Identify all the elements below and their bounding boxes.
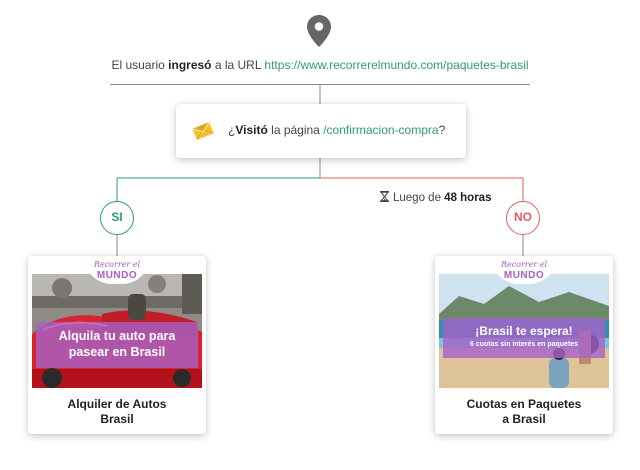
logo-top-text: Recorrer el: [93, 260, 141, 269]
yes-email-preview-image: Alquila tu auto para pasear en Brasil: [32, 274, 202, 388]
brand-logo: Recorrer el MUNDO: [84, 256, 150, 284]
yes-caption-line2: Brasil: [100, 412, 134, 426]
yes-banner-line2: pasear en Brasil: [68, 345, 166, 359]
no-email-banner: ¡Brasil te espera! 6 cuotas sin interés …: [443, 318, 605, 358]
no-email-preview-image: ¡Brasil te espera! 6 cuotas sin interés …: [439, 274, 609, 388]
no-branch-badge[interactable]: NO: [506, 201, 540, 235]
condition-node[interactable]: ¿Visitó la página /confirmacion-compra?: [176, 104, 466, 158]
logo-bottom-text: MUNDO: [96, 270, 138, 281]
yes-caption-line1: Alquiler de Autos: [67, 397, 167, 411]
yes-banner-line1: Alquila tu auto para: [58, 329, 176, 343]
condition-middle: la página: [267, 123, 324, 137]
no-caption-line2: a Brasil: [502, 412, 546, 426]
condition-text: ¿Visitó la página /confirmacion-compra?: [228, 123, 445, 137]
trigger-middle: a la URL: [211, 58, 265, 72]
condition-close-q: ?: [438, 123, 446, 137]
no-banner-line2: 6 cuotas sin interés en paquetes: [469, 341, 579, 348]
logo-bottom-text: MUNDO: [503, 270, 545, 281]
no-card-caption: Cuotas en Paquetes a Brasil: [435, 397, 613, 427]
wait-prefix: Luego de: [393, 192, 445, 204]
logo-top-text: Recorrer el: [500, 260, 548, 269]
wait-duration: 48 horas: [444, 192, 492, 204]
no-banner-line1: ¡Brasil te espera!: [475, 324, 573, 338]
yes-card-caption: Alquiler de Autos Brasil: [28, 397, 206, 427]
yes-email-banner: Alquila tu auto para pasear en Brasil: [36, 322, 198, 368]
trigger-divider: [110, 84, 530, 85]
condition-verb: Visitó: [235, 123, 268, 137]
no-email-card[interactable]: ¡Brasil te espera! 6 cuotas sin interés …: [435, 256, 613, 434]
envelope-icon: [192, 120, 214, 142]
condition-path: /confirmacion-compra: [323, 123, 439, 137]
yes-email-card[interactable]: Alquila tu auto para pasear en Brasil Re…: [28, 256, 206, 434]
brand-logo: Recorrer el MUNDO: [491, 256, 557, 284]
trigger-prefix: El usuario: [111, 58, 169, 72]
trigger-verb: ingresó: [168, 58, 212, 72]
wait-label: Luego de 48 horas: [379, 191, 492, 204]
yes-branch-badge[interactable]: SI: [100, 201, 134, 235]
trigger-text: El usuario ingresó a la URL https://www.…: [0, 58, 640, 72]
no-caption-line1: Cuotas en Paquetes: [466, 397, 582, 411]
trigger-url[interactable]: https://www.recorrerelmundo.com/paquetes…: [264, 58, 528, 72]
hourglass-icon: [379, 191, 390, 202]
location-pin-icon: [306, 14, 332, 48]
